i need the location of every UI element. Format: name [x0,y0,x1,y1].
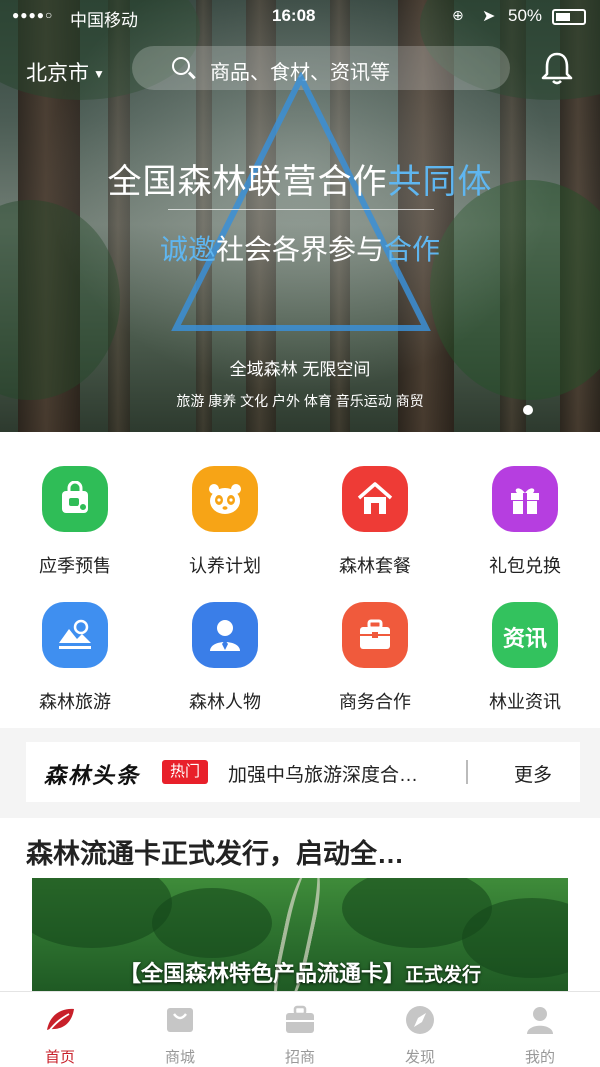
location-arrow-icon: ➤ [482,8,496,25]
tab-mall[interactable]: 商城 [120,992,240,1067]
category-business[interactable]: 商务合作 [300,568,450,712]
banner-caption: 全域森林 无限空间 [229,360,371,379]
city-selector[interactable]: 北京市 ▼ [26,57,105,87]
category-label: 林业资讯 [489,692,561,712]
mountain-icon [42,602,108,668]
lock-rotation-icon: ⊕ [452,7,464,23]
hero-banner[interactable]: ●●●●○ 中国移动 16:08 ⊕ ➤ 50% 北京市 ▼ 商品、食材、资讯等 … [0,0,600,432]
briefcase-icon [286,1005,314,1033]
battery-percent: 50% [508,6,543,25]
category-label: 商务合作 [339,692,411,712]
bottom-tab-bar: 首页 商城 招商 发现 我的 [0,991,600,1067]
tab-label: 发现 [404,1049,435,1066]
tab-label: 我的 [524,1049,555,1066]
triangle-graphic [171,72,431,331]
category-forest-travel[interactable]: 森林旅游 [0,568,150,712]
bag-icon [167,1008,193,1032]
shopping-bag-icon [42,466,108,532]
category-label: 森林旅游 [39,692,111,712]
category-forest-package[interactable]: 森林套餐 [300,432,450,576]
article-card[interactable]: 森林流通卡正式发行，启动全… 【全国森林特色产品流通卡】正式发行 [0,818,600,991]
category-forestry-news[interactable]: 资讯 林业资讯 [450,568,600,712]
clock: 16:08 [272,6,316,25]
hot-badge: 热门 [162,760,208,784]
more-link[interactable]: 更多 [514,760,552,787]
category-adoption[interactable]: 认养计划 [150,432,300,576]
news-icon-text: 资讯 [502,626,547,651]
signal-strength: ●●●●○ [12,8,54,22]
tab-label: 首页 [44,1049,75,1066]
article-image[interactable]: 【全国森林特色产品流通卡】正式发行 [32,878,568,991]
news-headline[interactable]: 加强中乌旅游深度合… [228,760,418,787]
category-presale[interactable]: 应季预售 [0,432,150,576]
tab-label: 商城 [164,1049,195,1066]
leaf-icon [47,1008,74,1032]
city-name: 北京市 [26,62,89,85]
news-icon: 资讯 [492,602,558,668]
person-icon [192,602,258,668]
divider [466,760,468,784]
battery-icon [552,9,586,25]
briefcase-icon [342,602,408,668]
house-icon [342,466,408,532]
tab-profile[interactable]: 我的 [480,992,600,1067]
news-ticker: 森林头条 热门 加强中乌旅游深度合… 更多 [0,728,600,818]
panda-icon [192,466,258,532]
tab-label: 招商 [284,1049,315,1066]
user-icon [527,1007,553,1034]
article-title[interactable]: 森林流通卡正式发行，启动全… [26,832,404,871]
bell-icon[interactable] [540,50,574,86]
banner-divider [168,209,434,210]
carousel-indicator[interactable] [523,405,533,415]
status-bar: ●●●●○ 中国移动 16:08 ⊕ ➤ 50% [0,0,600,34]
news-logo: 森林头条 [44,763,141,789]
banner-tags: 旅游 康养 文化 户外 体育 音乐运动 商贸 [176,393,424,409]
category-forest-people[interactable]: 森林人物 [150,568,300,712]
article-image-caption: 【全国森林特色产品流通卡】正式发行 [118,961,482,986]
tab-investment[interactable]: 招商 [240,992,360,1067]
banner-subline: 诚邀社会各界参与合作 [159,234,441,265]
gift-icon [492,466,558,532]
caret-down-icon: ▼ [93,67,105,82]
category-label: 森林人物 [189,692,261,712]
category-gift-exchange[interactable]: 礼包兑换 [450,432,600,576]
tab-home[interactable]: 首页 [0,992,120,1067]
carrier-name: 中国移动 [70,11,138,30]
banner-headline: 全国森林联营合作共同体 [107,163,493,201]
category-grid: 应季预售 认养计划 森林套餐 礼包兑换 森林旅游 森林人物 商务合作 资讯 林业… [0,432,600,728]
tab-discover[interactable]: 发现 [360,992,480,1067]
compass-icon [406,1006,434,1034]
